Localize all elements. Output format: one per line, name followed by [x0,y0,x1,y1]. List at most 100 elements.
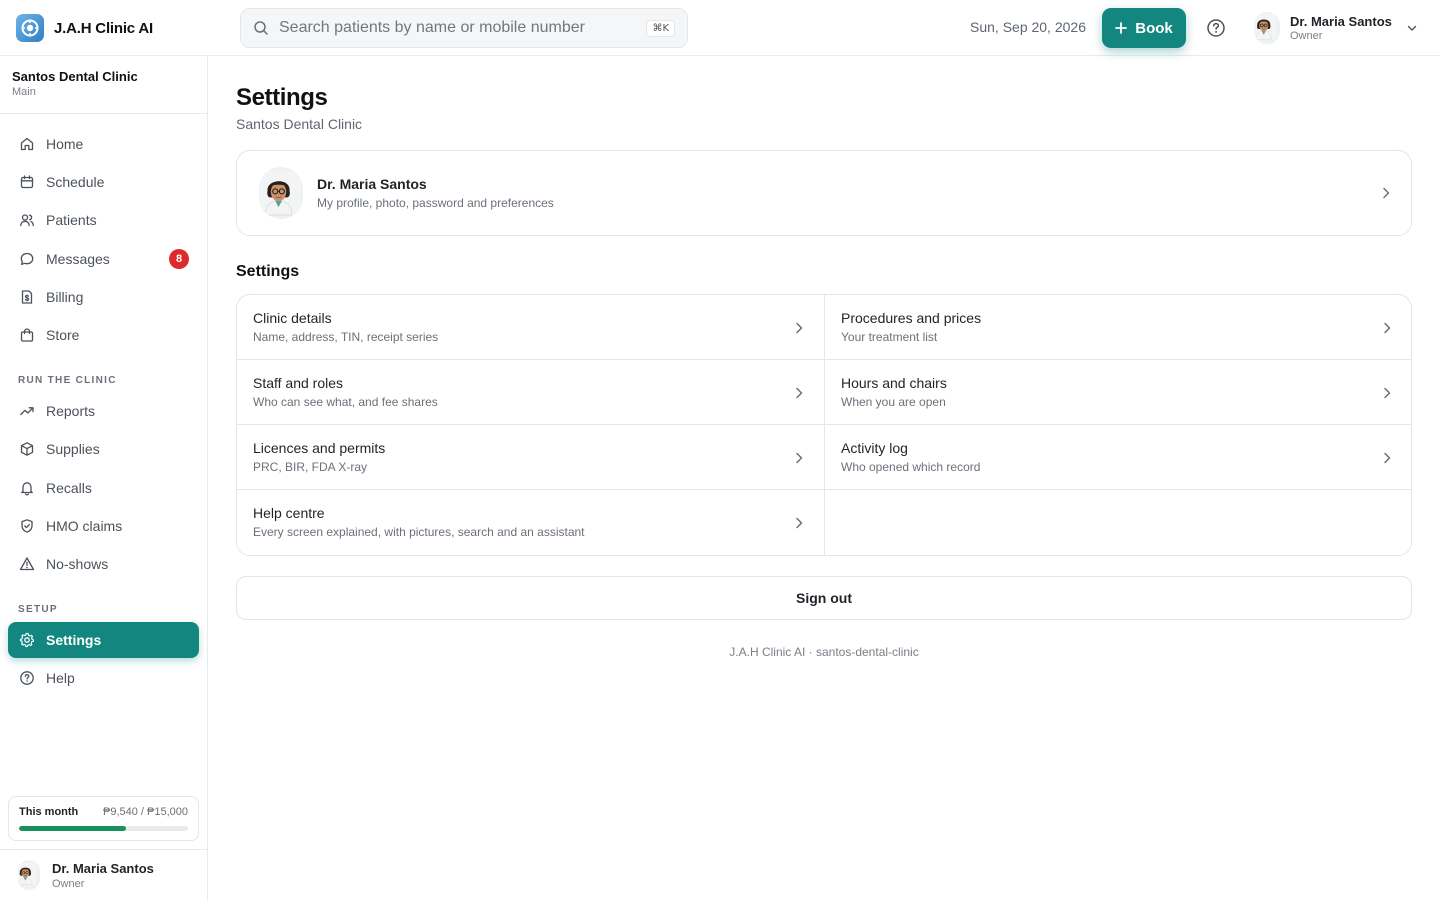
sidebar-item-label: Supplies [46,441,100,457]
profile-card[interactable]: Dr. Maria Santos My profile, photo, pass… [236,150,1412,236]
monthly-progress-fill [19,826,127,831]
section-heading-run: RUN THE CLINIC [18,375,117,386]
page-subtitle: Santos Dental Clinic [236,116,363,132]
settings-item-staff-and-roles[interactable]: Staff and roles Who can see what, and fe… [237,360,824,425]
section-heading-setup: SETUP [18,604,58,615]
sidebar-item-settings[interactable]: Settings [8,622,199,658]
settings-item-description: Who opened which record [841,460,981,474]
sidebar-item-supplies[interactable]: Supplies [8,431,199,467]
help-circle-icon[interactable] [1206,18,1226,38]
clinic-name: Santos Dental Clinic [12,69,138,84]
sidebar-item-reports[interactable]: Reports [8,393,199,429]
top-bar: J.A.H Clinic AI ⌘K Sun, Sep 20, 2026 Boo… [0,0,1440,56]
chevron-right-icon [1380,451,1394,465]
avatar [259,167,303,219]
settings-item-description: When you are open [841,395,946,409]
settings-item-activity-log[interactable]: Activity log Who opened which record [825,425,1412,490]
sidebar-item-label: Schedule [46,174,105,190]
plus-icon [1115,22,1128,34]
settings-item-help-centre[interactable]: Help centre Every screen explained, with… [237,490,824,555]
bell-icon [21,482,33,496]
users-icon [20,214,34,227]
chevron-down-icon [1407,25,1417,31]
sidebar-item-label: Recalls [46,480,92,496]
clinic-branch: Main [12,86,36,98]
sidebar-user-role: Owner [52,877,85,890]
sidebar-user[interactable]: Dr. Maria Santos Owner [0,849,207,900]
clinic-logo-icon [16,14,44,42]
help-circle-icon [20,671,34,685]
chevron-right-icon [1380,321,1394,335]
sidebar-item-label: Billing [46,289,84,305]
sidebar-item-no-shows[interactable]: No-shows [8,546,199,582]
sidebar-item-messages[interactable]: Messages 8 [8,241,199,277]
month-label: This month [19,806,79,818]
sidebar-item-hmo-claims[interactable]: HMO claims [8,508,199,544]
gear-icon [19,632,35,648]
sidebar: Santos Dental Clinic Main Home Schedule … [0,56,208,900]
sidebar-item-home[interactable]: Home [8,126,199,162]
sidebar-user-name: Dr. Maria Santos [52,860,154,876]
chevron-right-icon [792,516,806,530]
shield-check-icon [21,519,33,533]
search-input[interactable] [279,19,647,37]
user-name: Dr. Maria Santos [1290,14,1392,29]
settings-item-title: Activity log [841,440,908,456]
sign-out-button[interactable]: Sign out [236,576,1412,620]
user-menu[interactable]: Dr. Maria Santos Owner [1254,12,1418,44]
receipt-icon [21,290,33,304]
message-icon [20,252,34,266]
settings-item-title: Procedures and prices [841,310,982,326]
book-button-label: Book [1135,19,1173,37]
sidebar-item-billing[interactable]: Billing [8,279,199,315]
settings-item-hours-and-chairs[interactable]: Hours and chairs When you are open [825,360,1412,425]
brand[interactable]: J.A.H Clinic AI [16,14,153,42]
settings-item-description: Who can see what, and fee shares [253,395,438,409]
profile-description: My profile, photo, password and preferen… [317,196,554,210]
settings-item-procedures-and-prices[interactable]: Procedures and prices Your treatment lis… [825,295,1412,360]
home-icon [20,137,34,151]
settings-item-title: Staff and roles [253,375,344,391]
current-date: Sun, Sep 20, 2026 [970,19,1086,35]
sidebar-item-label: Patients [46,212,97,228]
chevron-right-icon [792,386,806,400]
chevron-right-icon [1380,386,1394,400]
sidebar-item-label: Home [46,136,84,152]
trending-up-icon [20,407,34,416]
sidebar-item-label: Messages [46,251,110,267]
settings-item-description: PRC, BIR, FDA X-ray [253,460,368,474]
sidebar-item-label: Settings [46,632,102,648]
profile-name: Dr. Maria Santos [317,176,427,192]
chevron-right-icon [792,451,806,465]
settings-item-clinic-details[interactable]: Clinic details Name, address, TIN, recei… [237,295,824,360]
sidebar-item-label: Help [46,670,75,686]
search-icon [254,21,268,35]
warning-icon [19,557,35,571]
footer-text: J.A.H Clinic AI · santos-dental-clinic [729,645,919,659]
search-bar[interactable]: ⌘K [240,8,688,48]
settings-section-title: Settings [236,263,300,280]
monthly-progress-bar [19,826,188,831]
sidebar-item-label: No-shows [46,556,109,572]
shopping-bag-icon [20,328,34,342]
month-value: ₱9,540 / ₱15,000 [102,806,188,818]
chevron-right-icon [792,321,806,335]
sidebar-item-label: Store [46,327,80,343]
messages-badge: 8 [169,249,189,269]
sidebar-item-recalls[interactable]: Recalls [8,470,199,506]
sidebar-item-store[interactable]: Store [8,317,199,353]
book-button[interactable]: Book [1102,8,1186,48]
sidebar-item-schedule[interactable]: Schedule [8,164,199,200]
page-title: Settings [236,84,328,111]
clinic-switcher[interactable]: Santos Dental Clinic Main [0,56,207,114]
settings-item-description: Name, address, TIN, receipt series [253,330,439,344]
sidebar-item-label: Reports [46,403,96,419]
sidebar-item-help[interactable]: Help [8,660,199,696]
box-icon [20,442,34,456]
monthly-target-card: This month ₱9,540 / ₱15,000 [8,796,199,841]
calendar-icon [20,175,34,189]
settings-item-licences-and-permits[interactable]: Licences and permits PRC, BIR, FDA X-ray [237,425,824,490]
settings-item-title: Licences and permits [253,440,386,456]
sidebar-item-patients[interactable]: Patients [8,202,199,238]
settings-item-description: Your treatment list [841,330,938,344]
